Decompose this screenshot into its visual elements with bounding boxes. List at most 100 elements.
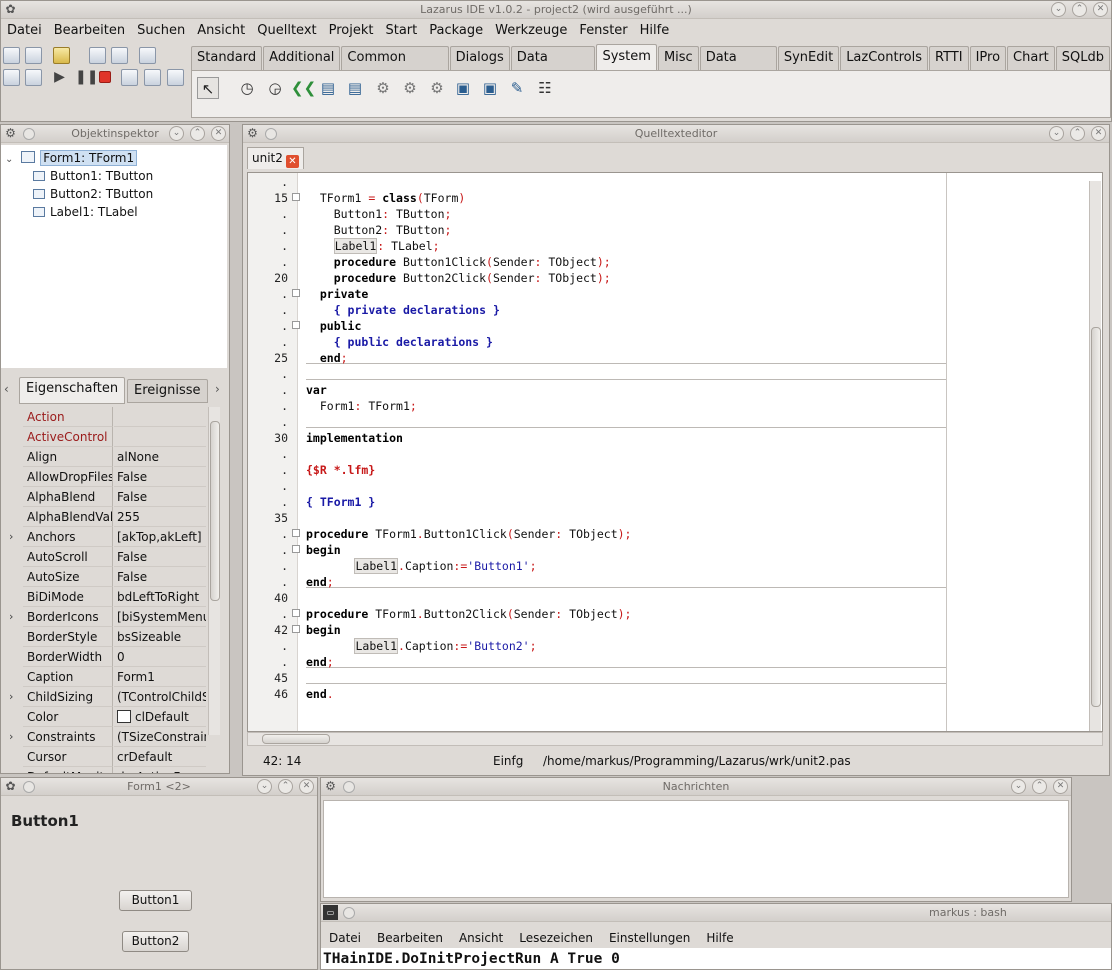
tab-rtti[interactable]: RTTI bbox=[929, 46, 969, 70]
fold-marker[interactable] bbox=[292, 289, 300, 297]
tab-synedit[interactable]: SynEdit bbox=[777, 46, 840, 70]
property-row[interactable]: AutoScroll False bbox=[1, 547, 207, 567]
property-row[interactable]: ActiveControl bbox=[1, 427, 207, 447]
tree-item-button1[interactable]: Button1: TButton bbox=[33, 167, 153, 185]
property-row[interactable]: Color clDefault bbox=[1, 707, 207, 727]
maximize-icon[interactable]: ⌃ bbox=[190, 126, 205, 141]
property-row[interactable]: AllowDropFiles False bbox=[1, 467, 207, 487]
menu-hilfe[interactable]: Hilfe bbox=[634, 21, 676, 41]
property-row[interactable]: Align alNone bbox=[1, 447, 207, 467]
property-value[interactable]: False bbox=[114, 547, 206, 567]
pin-icon[interactable] bbox=[23, 128, 35, 140]
stop-icon[interactable] bbox=[99, 71, 111, 83]
minimize-icon[interactable]: ⌄ bbox=[1051, 2, 1066, 17]
editor-tab-unit2[interactable]: unit2 ✕ bbox=[247, 147, 304, 169]
tab-dialogs[interactable]: Dialogs bbox=[449, 46, 510, 70]
pointer-icon[interactable]: ↖ bbox=[197, 77, 219, 99]
save-icon[interactable] bbox=[89, 47, 106, 64]
run-icon[interactable]: ▶ bbox=[51, 69, 68, 86]
html-browser-icon[interactable]: ▤ bbox=[344, 77, 366, 99]
menu-start[interactable]: Start bbox=[379, 21, 423, 41]
process-icon[interactable]: ⚙ bbox=[372, 77, 394, 99]
close-icon[interactable]: ✕ bbox=[211, 126, 226, 141]
term-menu-datei[interactable]: Datei bbox=[321, 928, 369, 948]
event-log-icon[interactable]: ☷ bbox=[534, 77, 556, 99]
pin-icon[interactable] bbox=[343, 907, 355, 919]
property-row[interactable]: Action bbox=[1, 407, 207, 427]
toggle-form-unit-icon[interactable] bbox=[139, 47, 156, 64]
fold-marker[interactable] bbox=[292, 193, 300, 201]
term-menu-lesezeichen[interactable]: Lesezeichen bbox=[511, 928, 601, 948]
property-scroll-thumb[interactable] bbox=[210, 421, 220, 601]
maximize-icon[interactable]: ⌃ bbox=[278, 779, 293, 794]
html-help-icon[interactable]: ▤ bbox=[317, 77, 339, 99]
tab-chart[interactable]: Chart bbox=[1007, 46, 1055, 70]
menu-fenster[interactable]: Fenster bbox=[573, 21, 633, 41]
property-value[interactable]: [biSystemMenu bbox=[114, 607, 206, 627]
new-unit-icon[interactable] bbox=[3, 47, 20, 64]
property-value[interactable]: 0 bbox=[114, 647, 206, 667]
property-row[interactable]: BorderWidth 0 bbox=[1, 647, 207, 667]
property-row[interactable]: Caption Form1 bbox=[1, 667, 207, 687]
editor-vscroll-thumb[interactable] bbox=[1091, 327, 1101, 707]
tab-lazcontrols[interactable]: LazControls bbox=[840, 46, 928, 70]
code-editor[interactable]: . 15.... 20.... 25.... 30.... 35.... 40. 42.. 45… bbox=[247, 172, 1103, 732]
property-row[interactable]: › Constraints (TSizeConstrain bbox=[1, 727, 207, 747]
property-value[interactable]: (TControlChildS bbox=[114, 687, 206, 707]
expand-icon[interactable]: › bbox=[9, 727, 13, 747]
property-value[interactable]: bsSizeable bbox=[114, 627, 206, 647]
maximize-icon[interactable]: ⌃ bbox=[1072, 2, 1087, 17]
tree-item-form1[interactable]: ⌄ Form1: TForm1 bbox=[5, 149, 138, 167]
property-row[interactable]: Cursor crDefault bbox=[1, 747, 207, 767]
view-units-icon[interactable] bbox=[3, 69, 20, 86]
pin-icon[interactable] bbox=[23, 781, 35, 793]
property-row[interactable]: › Anchors [akTop,akLeft] bbox=[1, 527, 207, 547]
minimize-icon[interactable]: ⌄ bbox=[257, 779, 272, 794]
close-icon[interactable]: ✕ bbox=[1053, 779, 1068, 794]
tab-ipro[interactable]: IPro bbox=[969, 46, 1007, 70]
property-value[interactable] bbox=[114, 407, 206, 427]
tab-eigenschaften[interactable]: Eigenschaften bbox=[19, 377, 126, 404]
close-tab-icon[interactable]: ✕ bbox=[285, 155, 299, 168]
fold-marker[interactable] bbox=[292, 625, 300, 633]
fold-marker[interactable] bbox=[292, 609, 300, 617]
maximize-icon[interactable]: ⌃ bbox=[1032, 779, 1047, 794]
property-row[interactable]: AlphaBlend False bbox=[1, 487, 207, 507]
menu-projekt[interactable]: Projekt bbox=[323, 21, 380, 41]
property-value[interactable]: False bbox=[114, 487, 206, 507]
button1[interactable]: Button1 bbox=[119, 890, 192, 911]
tab-data-controls[interactable]: Data Controls bbox=[510, 46, 596, 87]
property-value[interactable]: alNone bbox=[114, 447, 206, 467]
collapse-icon[interactable]: ⌄ bbox=[5, 154, 13, 165]
close-icon[interactable]: ✕ bbox=[1093, 2, 1108, 17]
tab-ereignisse[interactable]: Ereignisse bbox=[127, 379, 208, 403]
step-into-icon[interactable] bbox=[121, 69, 138, 86]
minimize-icon[interactable]: ⌄ bbox=[1011, 779, 1026, 794]
pause-icon[interactable]: ❚❚ bbox=[75, 69, 98, 86]
view-forms-icon[interactable] bbox=[25, 69, 42, 86]
tree-item-button2[interactable]: Button2: TButton bbox=[33, 185, 153, 203]
pin-icon[interactable] bbox=[265, 128, 277, 140]
tab-sqldb[interactable]: SQLdb bbox=[1055, 46, 1111, 70]
tab-standard[interactable]: Standard bbox=[191, 46, 263, 70]
step-over-icon[interactable] bbox=[144, 69, 161, 86]
menu-package[interactable]: Package bbox=[423, 21, 489, 41]
messages-list[interactable] bbox=[323, 800, 1069, 898]
expand-icon[interactable]: › bbox=[9, 687, 13, 707]
term-menu-ansicht[interactable]: Ansicht bbox=[451, 928, 511, 948]
property-row[interactable]: AutoSize False bbox=[1, 567, 207, 587]
property-row[interactable]: AlphaBlendVal 255 bbox=[1, 507, 207, 527]
menu-ansicht[interactable]: Ansicht bbox=[191, 21, 251, 41]
close-icon[interactable]: ✕ bbox=[1091, 126, 1106, 141]
step-out-icon[interactable] bbox=[167, 69, 184, 86]
expand-icon[interactable]: › bbox=[9, 527, 13, 547]
tab-scroll-right-icon[interactable]: › bbox=[215, 382, 220, 396]
property-value[interactable]: [akTop,akLeft] bbox=[114, 527, 206, 547]
json-prop-icon[interactable]: ✎ bbox=[506, 77, 528, 99]
property-value[interactable]: crDefault bbox=[114, 747, 206, 767]
editor-hscrollbar[interactable] bbox=[247, 732, 1103, 746]
property-value[interactable]: Form1 bbox=[114, 667, 206, 687]
tab-common-controls[interactable]: Common Controls bbox=[341, 46, 449, 87]
menu-datei[interactable]: Datei bbox=[1, 21, 48, 41]
property-row[interactable]: › ChildSizing (TControlChildS bbox=[1, 687, 207, 707]
